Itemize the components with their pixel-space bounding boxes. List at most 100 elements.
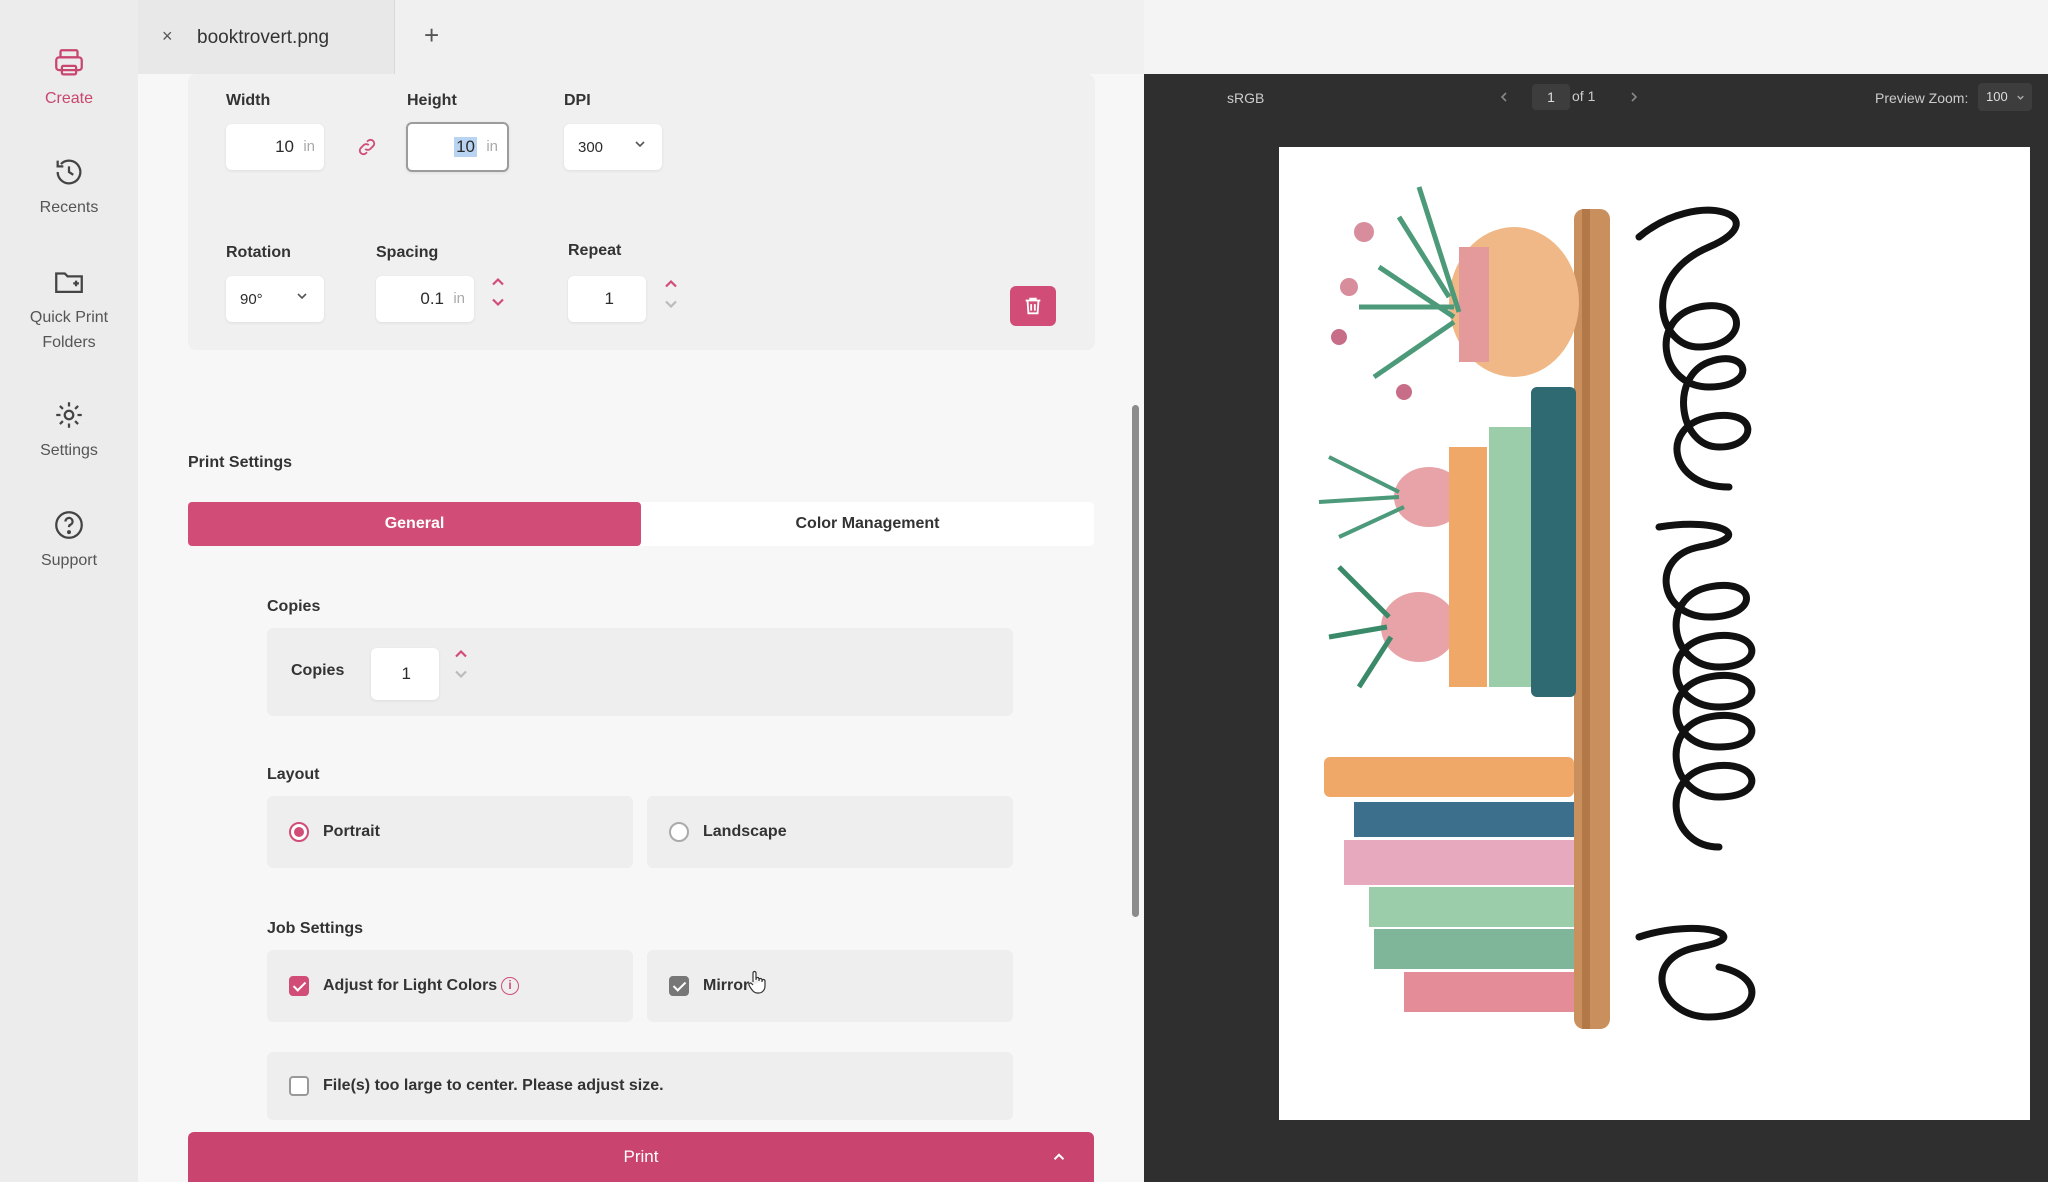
repeat-input[interactable]: 1 — [568, 276, 646, 322]
dpi-label: DPI — [564, 92, 591, 109]
dpi-select[interactable]: 300 — [564, 124, 662, 170]
copies-input[interactable]: 1 — [371, 648, 439, 700]
too-large-label: File(s) too large to center. Please adju… — [323, 1077, 664, 1094]
adjust-light-colors-option[interactable]: Adjust for Light Colors i — [267, 950, 633, 1022]
repeat-value: 1 — [604, 289, 614, 308]
spacing-label: Spacing — [376, 244, 439, 261]
landscape-option[interactable]: Landscape — [647, 796, 1013, 868]
info-icon[interactable]: i — [501, 977, 519, 995]
landscape-label: Landscape — [703, 823, 787, 840]
job-settings-title: Job Settings — [267, 920, 364, 937]
portrait-radio[interactable] — [289, 822, 309, 842]
rotation-value: 90° — [240, 291, 263, 308]
copies-section-title: Copies — [267, 598, 321, 615]
tab-bar: × booktrovert.png + — [138, 0, 1144, 74]
print-settings-title: Print Settings — [188, 454, 293, 471]
print-button[interactable]: Print — [188, 1132, 1094, 1182]
mirror-option[interactable]: Mirror — [647, 950, 1013, 1022]
nav-recents-label: Recents — [39, 199, 99, 216]
repeat-label: Repeat — [568, 242, 622, 259]
chevron-up-icon[interactable] — [488, 272, 508, 292]
close-icon[interactable]: × — [162, 26, 173, 47]
copies-stepper — [451, 644, 471, 684]
rotation-select[interactable]: 90° — [226, 276, 324, 322]
too-large-checkbox[interactable] — [289, 1076, 309, 1096]
help-icon — [55, 511, 83, 539]
history-icon — [56, 159, 82, 185]
page-count: of 1 — [1572, 88, 1596, 104]
copies-value: 1 — [401, 664, 411, 683]
trash-icon — [1025, 297, 1041, 315]
adjust-light-colors-checkbox[interactable] — [289, 976, 309, 996]
nav-recents[interactable]: Recents — [0, 155, 138, 220]
repeat-stepper — [661, 274, 681, 314]
preview-zoom-select[interactable]: 100 — [1978, 83, 2032, 111]
print-settings-tabs: General Color Management — [188, 502, 1094, 546]
preview-zoom-value: 100 — [1986, 89, 2008, 104]
nav-support-label: Support — [40, 552, 98, 569]
scrollbar[interactable] — [1132, 405, 1139, 917]
add-tab-button[interactable]: + — [424, 20, 439, 51]
width-value: 10 — [275, 137, 294, 156]
landscape-radio[interactable] — [669, 822, 689, 842]
too-large-option[interactable]: File(s) too large to center. Please adju… — [267, 1052, 1013, 1120]
height-input[interactable]: 10 in — [406, 122, 509, 172]
link-icon[interactable] — [356, 136, 378, 158]
nav-settings-label: Settings — [40, 442, 98, 459]
nav-create[interactable]: Create — [0, 46, 138, 111]
chevron-down-icon — [2017, 95, 2024, 100]
mirror-checkbox[interactable] — [669, 976, 689, 996]
print-label: Print — [623, 1147, 659, 1166]
chevron-down-icon[interactable] — [451, 664, 471, 684]
dpi-value: 300 — [578, 139, 604, 156]
chevron-up-icon[interactable] — [451, 644, 471, 664]
preview-toolbar: sRGB 1 of 1 Preview Zoom: 100 — [1144, 74, 2048, 124]
spacing-value: 0.1 — [420, 289, 444, 308]
file-tab[interactable]: × booktrovert.png — [138, 0, 395, 74]
bookshelf-artwork — [1318, 186, 1756, 1029]
color-space-label: sRGB — [1227, 90, 1265, 106]
preview-pane: sRGB 1 of 1 Preview Zoom: 100 — [1144, 74, 2048, 1182]
tab-title: booktrovert.png — [197, 27, 330, 48]
delete-button[interactable] — [1010, 286, 1056, 326]
height-unit: in — [486, 138, 498, 155]
copies-panel: Copies 1 — [267, 628, 1013, 716]
page-input[interactable]: 1 — [1532, 84, 1570, 110]
folder-icon — [55, 272, 83, 294]
printer-icon — [55, 49, 83, 76]
rotation-label: Rotation — [226, 244, 291, 261]
left-nav: Create Recents Quick Print Folders Setti… — [0, 0, 138, 1182]
chevron-up-icon[interactable] — [661, 274, 681, 294]
chevron-down-icon[interactable] — [488, 292, 508, 312]
height-label: Height — [407, 92, 457, 109]
adjust-light-colors-label: Adjust for Light Colors — [323, 977, 498, 994]
hand-cursor-icon — [748, 970, 766, 994]
dimensions-card: Width 10 in Height 10 in DPI 300 Rotatio… — [188, 74, 1095, 350]
chevron-down-icon[interactable] — [661, 294, 681, 314]
spacing-unit: in — [453, 290, 465, 307]
mirror-label: Mirror — [703, 977, 750, 994]
height-value: 10 — [454, 137, 477, 157]
portrait-option[interactable]: Portrait — [267, 796, 633, 868]
chevron-down-icon — [635, 141, 645, 148]
nav-support[interactable]: Support — [0, 508, 138, 573]
print-preview-canvas — [1279, 147, 2030, 1120]
tab-general[interactable]: General — [188, 502, 641, 546]
width-label: Width — [226, 92, 271, 109]
nav-settings[interactable]: Settings — [0, 398, 138, 463]
nav-create-label: Create — [44, 90, 94, 107]
chevron-left-icon[interactable] — [1496, 89, 1512, 105]
width-input[interactable]: 10 in — [226, 124, 324, 170]
spacing-input[interactable]: 0.1 in — [376, 276, 474, 322]
spacing-stepper — [488, 272, 508, 312]
width-unit: in — [303, 138, 315, 155]
nav-quick-print-label-1: Quick Print — [29, 309, 109, 326]
settings-panel: Width 10 in Height 10 in DPI 300 Rotatio… — [138, 74, 1144, 1182]
tab-color-management[interactable]: Color Management — [641, 502, 1094, 546]
nav-quick-print-label-2: Folders — [42, 334, 96, 351]
chevron-down-icon — [297, 293, 307, 300]
gear-icon — [56, 402, 82, 428]
chevron-up-icon[interactable] — [1050, 1148, 1068, 1166]
nav-quick-print-folders[interactable]: Quick Print Folders — [0, 265, 138, 355]
chevron-right-icon[interactable] — [1626, 89, 1642, 105]
